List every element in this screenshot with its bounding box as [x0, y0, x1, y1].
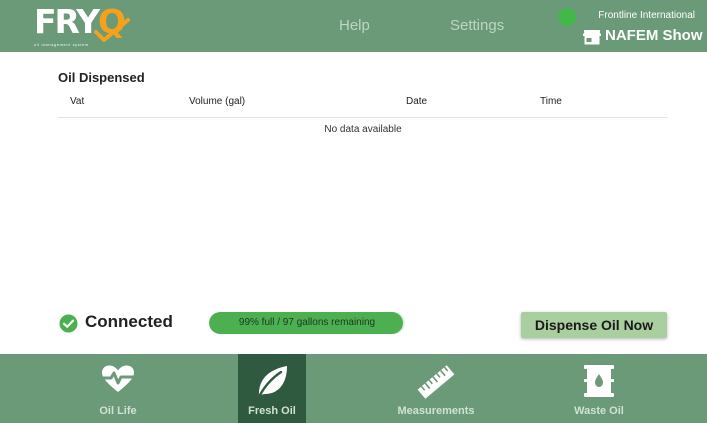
oil-level-text: 99% full / 97 gallons remaining: [238, 317, 376, 328]
store-icon: [583, 30, 601, 45]
table-empty-message: No data available: [324, 124, 402, 135]
bottom-navigation: Oil Life Fresh Oil Measurements Waste Oi…: [0, 354, 707, 423]
heart-pulse-icon: [100, 365, 136, 392]
organization-name: Frontline International: [598, 10, 695, 21]
logo-tagline: oil management system: [34, 42, 89, 47]
tab-fresh-oil-label: Fresh Oil: [248, 405, 296, 417]
nav-help-link[interactable]: Help: [339, 17, 370, 34]
tab-oil-life[interactable]: Oil Life: [70, 354, 166, 423]
dispense-oil-button[interactable]: Dispense Oil Now: [521, 312, 667, 338]
column-header-vat[interactable]: Vat: [70, 96, 84, 107]
tab-measurements[interactable]: Measurements: [371, 354, 501, 423]
logo-check-icon: [94, 18, 130, 42]
tab-oil-life-label: Oil Life: [99, 405, 137, 417]
ruler-icon: [417, 365, 455, 399]
store-name[interactable]: NAFEM Show: [605, 27, 703, 44]
table-header-row: Vat Volume (gal) Date Time: [58, 89, 668, 118]
section-title: Oil Dispensed: [58, 70, 145, 85]
tab-fresh-oil[interactable]: Fresh Oil: [238, 354, 306, 423]
column-header-date[interactable]: Date: [406, 96, 427, 107]
tab-waste-oil[interactable]: Waste Oil: [551, 354, 647, 423]
leaf-icon: [258, 366, 287, 397]
oil-level-bar: 99% full / 97 gallons remaining: [209, 312, 405, 334]
column-header-volume[interactable]: Volume (gal): [189, 96, 245, 107]
nav-settings-link[interactable]: Settings: [450, 17, 504, 34]
check-circle-icon: [59, 314, 78, 333]
tab-measurements-label: Measurements: [397, 405, 475, 417]
fryq-logo[interactable]: FRYQ oil management system: [34, 4, 144, 50]
column-header-time[interactable]: Time: [540, 96, 562, 107]
connection-status-label: Connected: [85, 312, 173, 331]
logo-text-fry: FRY: [34, 2, 100, 41]
oil-barrel-icon: [584, 365, 614, 397]
tab-waste-oil-label: Waste Oil: [574, 405, 624, 417]
app-header: FRYQ oil management system Help Settings…: [0, 0, 707, 52]
